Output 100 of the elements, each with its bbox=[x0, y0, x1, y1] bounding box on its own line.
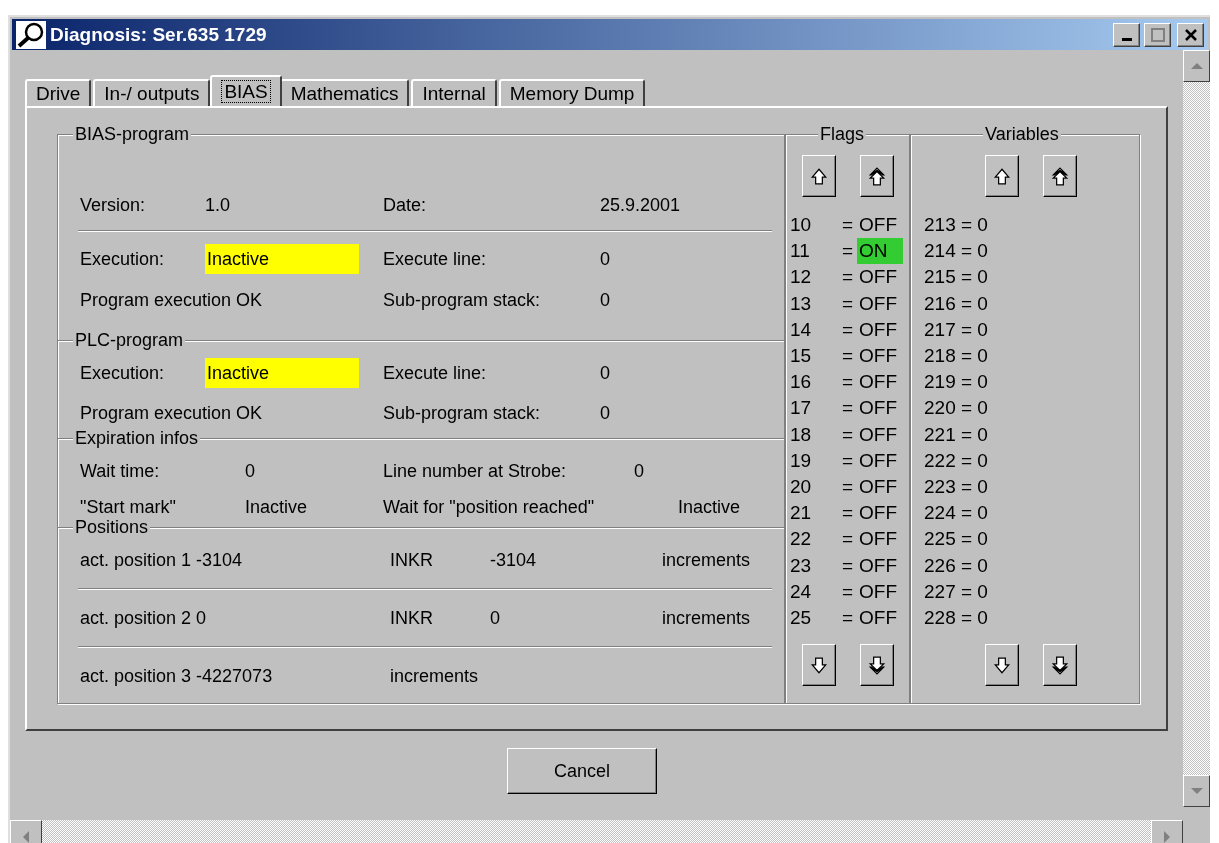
tab[interactable]: Drive bbox=[25, 79, 92, 106]
equals-sign: = bbox=[842, 317, 855, 342]
field-value: 0 bbox=[245, 460, 256, 482]
flag-number: 21 bbox=[790, 501, 813, 526]
equals-sign: = bbox=[842, 475, 855, 500]
scroll-down-button[interactable] bbox=[801, 644, 836, 686]
scroll-down-button[interactable] bbox=[859, 644, 894, 686]
field-label: Wait for "position reached" bbox=[383, 496, 596, 518]
down-arrow-icon bbox=[809, 655, 828, 675]
scroll-down-button[interactable] bbox=[1183, 775, 1210, 807]
equals-sign: = bbox=[842, 291, 855, 316]
scroll-up-button[interactable] bbox=[1043, 155, 1077, 197]
flag-number: 13 bbox=[790, 291, 813, 316]
position-label: act. position 2 0 bbox=[80, 607, 208, 629]
variable-value: 213 = 0 bbox=[924, 214, 988, 235]
position-label: act. position 1 -3104 bbox=[80, 549, 244, 571]
scroll-up-button[interactable] bbox=[985, 155, 1019, 197]
status-text: Program execution OK bbox=[80, 402, 264, 424]
flag-number: 15 bbox=[790, 344, 813, 368]
variable-value: 221 = 0 bbox=[924, 423, 988, 445]
equals-sign: = bbox=[842, 553, 855, 578]
variable-value: 220 = 0 bbox=[924, 397, 988, 419]
variable-value: 223 = 0 bbox=[924, 476, 988, 498]
vertical-scrollbar[interactable] bbox=[1183, 50, 1210, 807]
flag-value: OFF bbox=[858, 553, 898, 578]
scroll-up-button[interactable] bbox=[801, 155, 836, 197]
flag-number: 23 bbox=[790, 553, 813, 578]
variable-value: 218 = 0 bbox=[924, 345, 988, 366]
double-up-arrow-icon bbox=[867, 166, 886, 186]
variable-value: 214 = 0 bbox=[924, 240, 988, 262]
window-title: Diagnosis: Ser.635 1729 bbox=[50, 23, 268, 46]
field-value: 0 bbox=[600, 362, 611, 384]
tab[interactable]: In-/ outputs bbox=[93, 79, 211, 106]
field-value: 0 bbox=[634, 460, 645, 482]
unit-label: increments bbox=[662, 607, 752, 629]
field-value: 0 bbox=[600, 402, 611, 424]
scroll-up-button[interactable] bbox=[1183, 50, 1210, 82]
flag-value: OFF bbox=[858, 422, 898, 447]
unit-label: increments bbox=[662, 549, 752, 571]
equals-sign: = bbox=[842, 579, 855, 604]
up-arrow-icon bbox=[1190, 62, 1203, 70]
close-button[interactable] bbox=[1177, 22, 1204, 47]
variable-value: 217 = 0 bbox=[924, 318, 988, 340]
flag-value: OFF bbox=[858, 527, 898, 552]
flag-number: 18 bbox=[790, 422, 813, 447]
minimize-icon bbox=[1121, 38, 1132, 41]
down-arrow-icon bbox=[993, 655, 1011, 675]
flag-value: OFF bbox=[858, 448, 898, 473]
field-value: 0 bbox=[600, 248, 611, 270]
position-value: -3104 bbox=[490, 549, 538, 571]
status-text: Program execution OK bbox=[80, 289, 264, 311]
left-arrow-icon bbox=[22, 830, 30, 843]
right-arrow-icon bbox=[1163, 830, 1171, 843]
up-arrow-icon bbox=[809, 166, 828, 186]
field-value: Inactive bbox=[678, 496, 742, 518]
flag-number: 14 bbox=[790, 317, 813, 342]
flag-value: OFF bbox=[858, 606, 898, 631]
cancel-button[interactable]: Cancel bbox=[507, 748, 657, 794]
field-label: Wait time: bbox=[80, 460, 161, 482]
scroll-down-button[interactable] bbox=[985, 644, 1019, 686]
tab[interactable]: Internal bbox=[411, 79, 497, 106]
double-down-arrow-icon bbox=[867, 655, 886, 675]
variable-value: 227 = 0 bbox=[924, 580, 988, 602]
equals-sign: = bbox=[842, 370, 855, 395]
flag-value: ON bbox=[857, 238, 903, 265]
flag-number: 22 bbox=[790, 527, 813, 552]
variable-value: 224 = 0 bbox=[924, 502, 988, 524]
tab[interactable]: BIAS bbox=[210, 75, 282, 106]
magnifier-icon bbox=[16, 20, 46, 49]
field-label: "Start mark" bbox=[80, 496, 177, 518]
unit-label: increments bbox=[390, 665, 480, 687]
flag-number: 11 bbox=[790, 239, 811, 264]
up-arrow-icon bbox=[993, 166, 1011, 186]
field-label: Execution: bbox=[80, 362, 166, 384]
minimize-button[interactable] bbox=[1113, 22, 1140, 47]
variable-value: 216 = 0 bbox=[924, 292, 988, 314]
field-label: Version: bbox=[80, 194, 147, 216]
unit-label: INKR bbox=[390, 607, 434, 629]
field-value: 25.9.2001 bbox=[600, 194, 682, 216]
maximize-button[interactable] bbox=[1144, 22, 1171, 47]
tab[interactable]: Mathematics bbox=[279, 79, 410, 106]
flag-number: 24 bbox=[790, 579, 813, 604]
variable-value: 228 = 0 bbox=[924, 607, 988, 629]
field-label: Date: bbox=[383, 194, 428, 216]
tab[interactable]: Memory Dump bbox=[498, 79, 646, 106]
flag-value: OFF bbox=[858, 213, 898, 237]
status-value: Inactive bbox=[205, 244, 359, 274]
unit-label: INKR bbox=[390, 549, 434, 571]
flag-value: OFF bbox=[858, 579, 898, 604]
flag-number: 17 bbox=[790, 396, 813, 421]
field-value: Inactive bbox=[245, 496, 309, 518]
field-label: Execution: bbox=[80, 248, 166, 270]
flag-number: 25 bbox=[790, 606, 813, 631]
equals-sign: = bbox=[842, 344, 855, 368]
scroll-down-button[interactable] bbox=[1043, 644, 1077, 686]
flag-value: OFF bbox=[858, 265, 898, 290]
variable-value: 222 = 0 bbox=[924, 449, 988, 471]
scroll-up-button[interactable] bbox=[859, 155, 894, 197]
variable-value: 226 = 0 bbox=[924, 554, 988, 576]
flag-number: 12 bbox=[790, 265, 813, 290]
